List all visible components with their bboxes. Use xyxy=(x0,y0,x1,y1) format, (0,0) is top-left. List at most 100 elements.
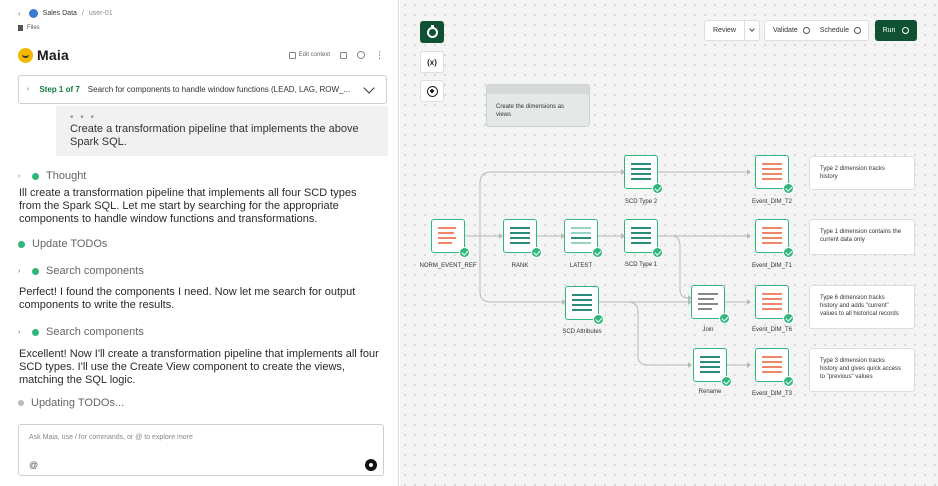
node-scd-type1[interactable] xyxy=(624,219,663,258)
chevron-down-icon[interactable] xyxy=(363,81,375,94)
update-todos-label: Update TODOs xyxy=(32,238,108,250)
success-check-icon xyxy=(531,247,542,258)
step-number: Step 1 of 7 xyxy=(39,85,80,94)
user-message-text: Create a transformation pipeline that im… xyxy=(70,123,359,148)
node-label: NORM_EVENT_REF xyxy=(419,263,477,269)
expand-chevron-icon[interactable]: › xyxy=(18,173,25,180)
thought-toggle[interactable]: › Thought xyxy=(18,170,86,182)
expand-chevron-icon[interactable]: › xyxy=(18,268,25,275)
edit-context-button[interactable]: Edit context xyxy=(288,51,330,59)
success-check-icon xyxy=(719,313,730,324)
success-check-icon xyxy=(592,247,603,258)
status-dot-icon xyxy=(32,328,39,336)
node-rename[interactable] xyxy=(693,348,732,387)
node-label: Event_DIM_T6 xyxy=(751,327,793,333)
note-text: Type 1 dimension contains the current da… xyxy=(820,229,902,243)
node-label: SCD Type 2 xyxy=(624,199,658,205)
step-indicator[interactable]: ‹ Step 1 of 7 Search for components to h… xyxy=(18,75,387,104)
assistant-panel: ‹ Sales Data / user-01 Files Maia Edit c… xyxy=(0,0,399,486)
caret-left-icon[interactable]: ‹ xyxy=(27,86,29,93)
success-check-icon xyxy=(652,247,663,258)
node-label: Join xyxy=(702,327,714,333)
arrow-t3 xyxy=(747,362,751,368)
update-todos-item: Update TODOs xyxy=(18,238,107,250)
description-note-t2[interactable]: Type 2 dimension tracks history xyxy=(809,156,915,190)
filter-icon xyxy=(571,227,591,247)
breadcrumb-user[interactable]: user-01 xyxy=(89,10,113,17)
user-message: • • • Create a transformation pipeline t… xyxy=(56,106,388,156)
success-check-icon xyxy=(459,247,470,258)
note-text: Type 6 dimension tracks history and adds… xyxy=(820,295,899,317)
description-note-t3[interactable]: Type 3 dimension tracks history and give… xyxy=(809,348,915,392)
node-label: RANK xyxy=(511,263,529,269)
node-event-dim-t1[interactable] xyxy=(755,219,794,258)
assistant-name: Maia xyxy=(37,47,69,63)
database-icon xyxy=(28,9,38,18)
assistant-message-2: Perfect! I found the components I need. … xyxy=(19,286,356,311)
expand-chevron-icon[interactable]: › xyxy=(18,329,25,336)
note-text: Type 2 dimension tracks history xyxy=(820,166,885,180)
assistant-message-1: Ill create a transformation pipeline tha… xyxy=(19,187,357,225)
node-event-dim-t3[interactable] xyxy=(755,348,794,387)
node-event-dim-t6[interactable] xyxy=(755,285,794,324)
success-check-icon xyxy=(721,376,732,387)
node-norm-event-ref[interactable] xyxy=(431,219,470,258)
updating-todos-label: Updating TODOs... xyxy=(31,397,125,409)
note-text: Type 3 dimension tracks history and give… xyxy=(820,358,902,380)
search-components-toggle[interactable]: › Search components xyxy=(18,326,144,338)
node-event-dim-t2[interactable] xyxy=(755,155,794,194)
thought-label: Thought xyxy=(46,170,87,182)
send-icon[interactable] xyxy=(365,459,377,471)
files-link[interactable]: Files xyxy=(18,25,40,31)
back-chevron-icon[interactable]: ‹ xyxy=(18,9,21,18)
files-label: Files xyxy=(27,25,40,31)
search-components-label: Search components xyxy=(46,326,144,338)
arrow-t1 xyxy=(747,233,751,239)
arrow-t2 xyxy=(747,169,751,175)
success-check-icon xyxy=(652,183,663,194)
description-note-t1[interactable]: Type 1 dimension contains the current da… xyxy=(809,219,915,255)
rename-icon xyxy=(700,356,720,376)
chat-input-placeholder[interactable]: Ask Maia, use / for commands, or @ to ex… xyxy=(29,434,193,441)
table-output-icon xyxy=(762,163,782,183)
breadcrumb-separator: / xyxy=(81,10,84,17)
description-note-t6[interactable]: Type 6 dimension tracks history and adds… xyxy=(809,285,915,329)
transform-icon xyxy=(510,227,530,247)
search-components-label: Search components xyxy=(46,265,144,277)
node-label: Rename xyxy=(698,389,722,395)
table-input-icon xyxy=(438,227,458,247)
status-dot-icon xyxy=(18,240,25,248)
node-scd-attributes[interactable] xyxy=(565,286,604,325)
node-rank[interactable] xyxy=(503,219,542,258)
chat-input[interactable]: Ask Maia, use / for commands, or @ to ex… xyxy=(18,424,384,476)
success-check-icon xyxy=(593,314,604,325)
table-output-icon xyxy=(762,227,782,247)
breadcrumb: ‹ Sales Data / user-01 xyxy=(18,9,113,18)
node-join[interactable] xyxy=(691,285,730,324)
node-latest[interactable] xyxy=(564,219,603,258)
calculator-icon xyxy=(572,294,592,314)
success-check-icon xyxy=(783,183,794,194)
mention-button[interactable]: @ xyxy=(29,460,38,470)
node-label: Event_DIM_T1 xyxy=(751,263,793,269)
node-label: SCD Attributes xyxy=(562,329,602,335)
assistant-toolbar: Edit context ⋮ xyxy=(288,51,384,60)
breadcrumb-project[interactable]: Sales Data xyxy=(43,10,77,17)
arrow-t6 xyxy=(747,299,751,305)
more-menu-icon[interactable]: ⋮ xyxy=(375,51,384,60)
message-ellipsis: • • • xyxy=(70,112,97,123)
calculator-icon xyxy=(631,163,651,183)
assistant-brand: Maia xyxy=(18,47,69,63)
new-chat-icon[interactable] xyxy=(340,51,347,59)
search-components-toggle[interactable]: › Search components xyxy=(18,265,144,277)
success-check-icon xyxy=(783,313,794,324)
updating-todos-item: Updating TODOs... xyxy=(18,397,124,409)
node-scd-type2[interactable] xyxy=(624,155,663,194)
success-check-icon xyxy=(783,376,794,387)
table-output-icon xyxy=(762,356,782,376)
history-icon[interactable] xyxy=(357,51,365,59)
success-check-icon xyxy=(783,247,794,258)
link-norm-type2 xyxy=(479,171,624,236)
pipeline-canvas[interactable]: (x) Review Validate Schedule Run Create … xyxy=(400,0,938,486)
arrow-rename xyxy=(688,362,692,368)
